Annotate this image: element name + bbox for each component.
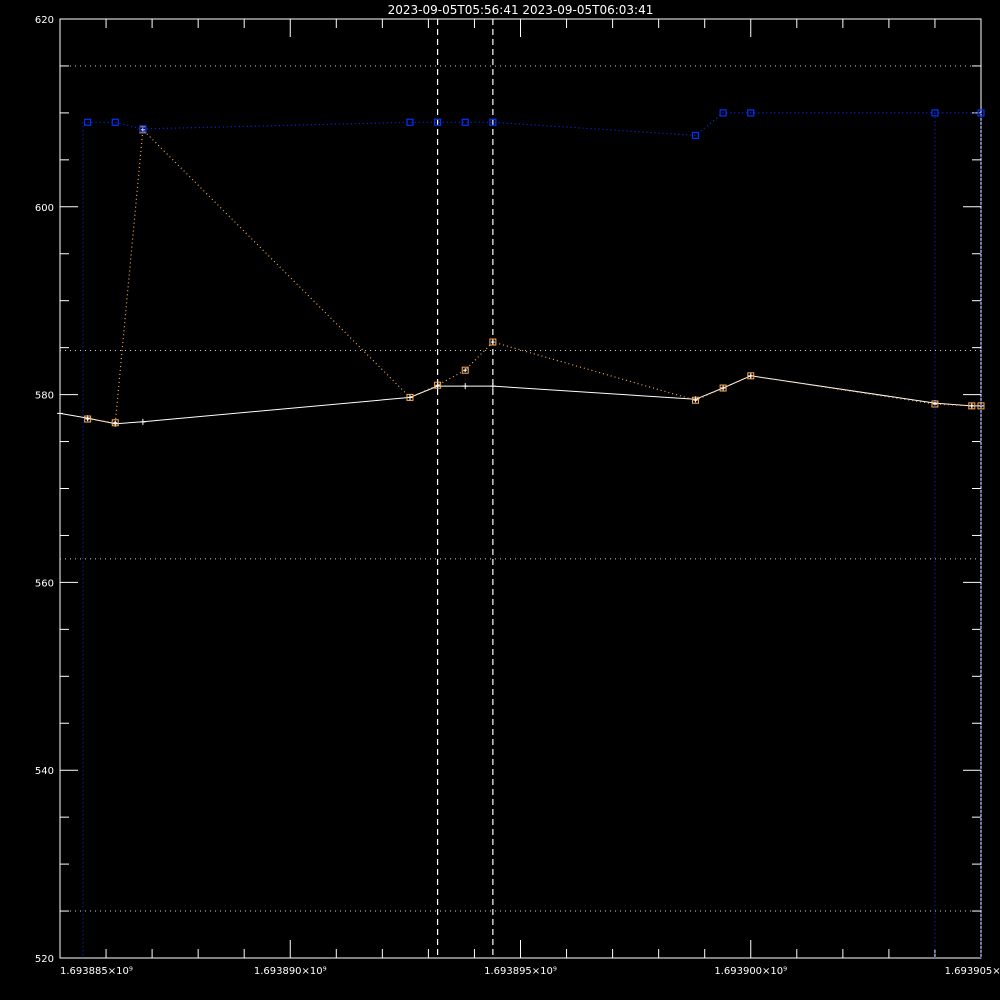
data-point-cross <box>721 386 726 391</box>
y-tick-label: 620 <box>35 15 54 26</box>
series-line <box>87 128 981 424</box>
data-point <box>462 383 469 390</box>
data-point-cross <box>490 340 495 345</box>
x-tick-label: 1.693885×10⁹ <box>60 966 133 977</box>
series-1 <box>57 372 984 427</box>
data-point <box>139 418 146 425</box>
series-line <box>59 375 981 425</box>
series-2 <box>84 126 985 427</box>
series-line <box>87 112 981 137</box>
series-3 <box>82 109 985 958</box>
plot-frame <box>59 18 982 959</box>
time-markers <box>437 19 494 958</box>
y-tick-label: 540 <box>35 766 54 777</box>
data-point <box>489 383 496 390</box>
data-point-cross <box>969 403 974 408</box>
x-tick-label: 1.693905×10⁹ <box>945 966 1000 977</box>
data-point <box>57 410 63 417</box>
reference-lines <box>60 65 981 912</box>
axis-ticks: 1.693885×10⁹ 1.693890×10⁹ 1.693895×10⁹ 1.69… <box>35 15 1000 977</box>
y-tick-label: 560 <box>35 578 54 589</box>
y-tick-label: 520 <box>35 954 54 965</box>
plot-canvas: 2023-09-05T05:56:41 2023-09-05T06:03:41 … <box>35 3 1000 977</box>
x-tick-label: 1.693890×10⁹ <box>254 966 327 977</box>
chart-title: 2023-09-05T05:56:41 2023-09-05T06:03:41 <box>388 3 654 17</box>
x-tick-label: 1.693895×10⁹ <box>484 966 557 977</box>
series-layer <box>57 109 985 958</box>
data-point <box>111 118 119 126</box>
data-point-cross <box>748 373 753 378</box>
data-point <box>406 118 414 126</box>
y-tick-label: 600 <box>35 203 54 214</box>
data-point-cross <box>407 395 412 400</box>
y-tick-label: 580 <box>35 391 54 402</box>
x-tick-label: 1.693900×10⁹ <box>714 966 787 977</box>
